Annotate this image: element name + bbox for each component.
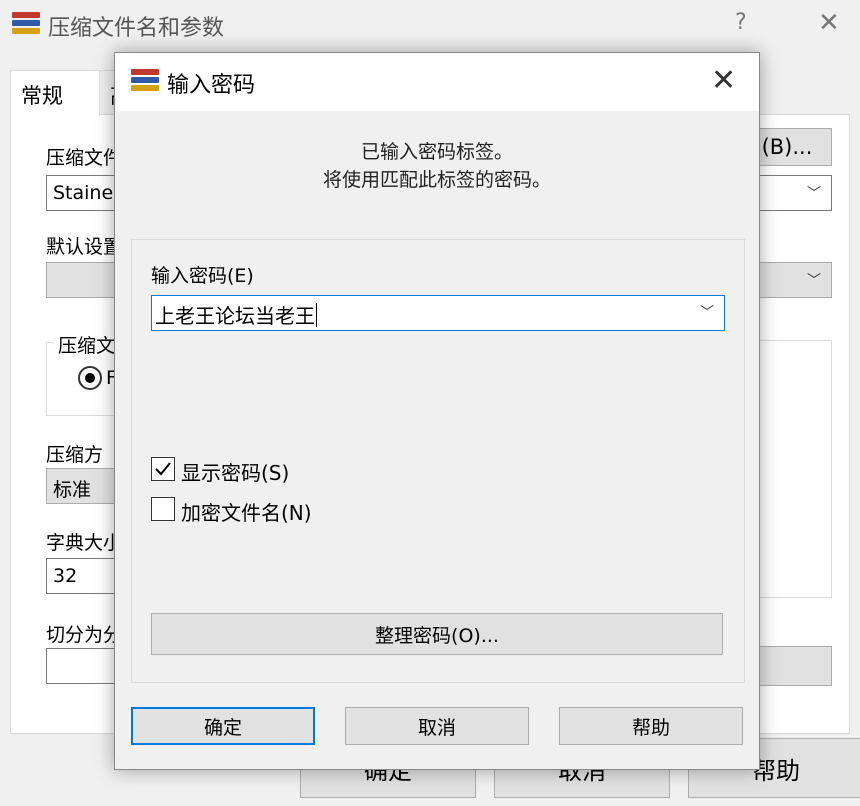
show-password-label[interactable]: 显示密码(S) — [181, 457, 289, 486]
manage-passwords-button[interactable]: 整理密码(O)... — [151, 613, 723, 655]
text-caret — [316, 303, 317, 327]
cancel-button-label: 取消 — [417, 716, 456, 739]
dialog-title: 输入密码 — [167, 73, 256, 98]
help-button[interactable]: 帮助 — [559, 707, 743, 745]
tab-general[interactable]: 常规 — [10, 70, 100, 116]
help-icon[interactable]: ? — [735, 10, 747, 35]
password-label: 输入密码(E) — [151, 265, 254, 287]
close-icon[interactable]: ✕ — [818, 8, 840, 38]
password-value: 上老王论坛当老王 — [155, 304, 315, 328]
dialog-message-line2: 将使用匹配此标签的密码。 — [322, 169, 551, 191]
show-password-checkbox[interactable] — [151, 457, 175, 481]
encrypt-filenames-label[interactable]: 加密文件名(N) — [181, 497, 312, 526]
chevron-down-icon[interactable]: ﹀ — [807, 183, 821, 203]
profile-label: 默认设置 — [46, 236, 123, 258]
ok-button[interactable]: 确定 — [131, 707, 315, 745]
dict-value: 32 — [53, 565, 78, 587]
tab-general-label: 常规 — [21, 84, 63, 108]
format-radio[interactable] — [78, 366, 102, 390]
format-group-label: 压缩文 — [54, 331, 120, 358]
winrar-app-icon — [12, 12, 40, 34]
method-value: 标准 — [53, 479, 92, 501]
chevron-down-icon[interactable]: ﹀ — [700, 302, 714, 322]
background-window-title: 压缩文件名和参数 — [48, 16, 225, 41]
dict-label: 字典大小 — [46, 532, 123, 554]
dialog-message-line1: 已输入密码标签。 — [360, 141, 513, 163]
method-label: 压缩方 — [46, 444, 104, 466]
checkmark-icon — [155, 462, 171, 476]
cancel-button[interactable]: 取消 — [345, 707, 529, 745]
ok-button-label: 确定 — [203, 716, 242, 739]
chevron-down-icon[interactable]: ﹀ — [807, 270, 821, 290]
archive-name-label: 压缩文件 — [46, 147, 123, 169]
winrar-app-icon — [131, 69, 159, 91]
close-icon[interactable]: ✕ — [711, 63, 736, 98]
password-input[interactable]: 上老王论坛当老王 ﹀ — [151, 295, 725, 331]
browse-button-label: (B)... — [761, 135, 813, 159]
help-button-label: 帮助 — [631, 716, 670, 739]
password-dialog: 输入密码 ✕ 已输入密码标签。 将使用匹配此标签的密码。 输入密码(E) 上老王… — [114, 52, 760, 770]
manage-passwords-label: 整理密码(O)... — [375, 624, 499, 647]
encrypt-filenames-checkbox[interactable] — [151, 497, 175, 521]
split-label: 切分为分 — [46, 624, 123, 646]
